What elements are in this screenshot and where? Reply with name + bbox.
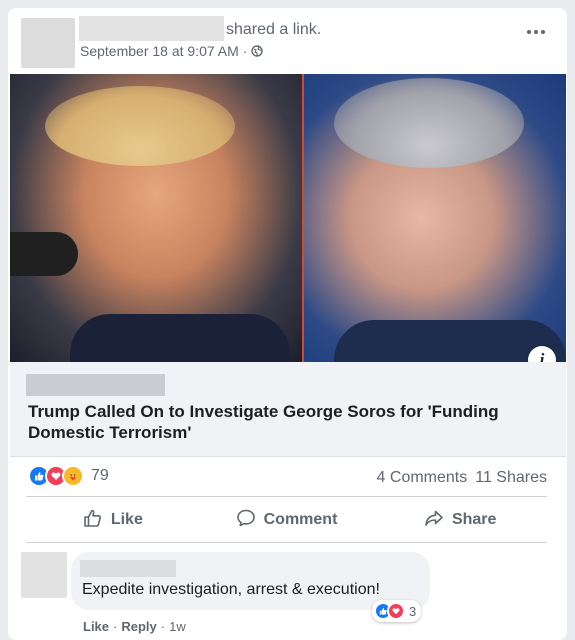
comment-age[interactable]: 1w: [169, 619, 186, 634]
comment-text: Expedite investigation, arrest & executi…: [82, 581, 380, 598]
comment-actions: Like · Reply · 1w: [83, 619, 186, 634]
love-icon: [387, 602, 405, 620]
meta-separator: ·: [242, 43, 248, 59]
author-name-redacted[interactable]: [79, 16, 224, 41]
comment-action-dot: ·: [113, 619, 118, 634]
globe-icon[interactable]: [251, 45, 264, 57]
commenter-name-redacted[interactable]: [80, 560, 176, 577]
comment-button[interactable]: Comment: [200, 498, 374, 542]
link-headline[interactable]: Trump Called On to Investigate George So…: [28, 401, 548, 443]
link-preview-image[interactable]: i: [10, 74, 566, 374]
engagement-stats: 79 4 Comments 11 Shares: [8, 456, 567, 496]
post-actions: Like Comment Share: [26, 498, 547, 542]
comment-like-link[interactable]: Like: [83, 619, 109, 634]
commenter-avatar[interactable]: [21, 552, 67, 598]
comment-share-counts: 4 Comments 11 Shares: [377, 469, 547, 487]
speech-bubble-icon: [236, 508, 256, 533]
link-domain-redacted: [26, 374, 165, 396]
link-preview-body[interactable]: Trump Called On to Investigate George So…: [10, 362, 566, 457]
divider-top: [26, 496, 547, 497]
care-icon: [62, 465, 84, 487]
more-options-icon[interactable]: [527, 30, 545, 34]
comment-reply-link[interactable]: Reply: [121, 619, 156, 634]
post-timestamp[interactable]: September 18 at 9:07 AM: [80, 43, 239, 59]
photo-right: [304, 74, 566, 362]
divider-bottom: [26, 542, 547, 543]
comments-count[interactable]: 4 Comments: [377, 469, 468, 487]
comment-item: Expedite investigation, arrest & executi…: [8, 548, 567, 640]
photo-left: [10, 74, 302, 362]
thumbs-up-icon: [83, 508, 103, 533]
post-card: shared a link. September 18 at 9:07 AM ·: [8, 8, 567, 640]
post-action-text: shared a link.: [226, 21, 322, 38]
share-arrow-icon: [424, 508, 444, 533]
comment-reactions[interactable]: 3: [372, 600, 422, 622]
shares-count[interactable]: 11 Shares: [475, 469, 547, 487]
comment-label: Comment: [263, 511, 338, 528]
share-label: Share: [451, 511, 497, 528]
post-meta: September 18 at 9:07 AM ·: [80, 43, 264, 59]
like-label: Like: [110, 511, 143, 528]
reaction-count[interactable]: 79: [91, 467, 109, 485]
microphone: [10, 232, 78, 276]
reaction-summary[interactable]: 79: [28, 465, 109, 487]
author-avatar[interactable]: [21, 18, 75, 68]
post-header: shared a link. September 18 at 9:07 AM ·: [8, 8, 567, 74]
comment-reaction-count: 3: [409, 603, 417, 619]
comment-action-dot: ·: [160, 619, 166, 634]
like-button[interactable]: Like: [26, 498, 200, 542]
share-button[interactable]: Share: [373, 498, 547, 542]
